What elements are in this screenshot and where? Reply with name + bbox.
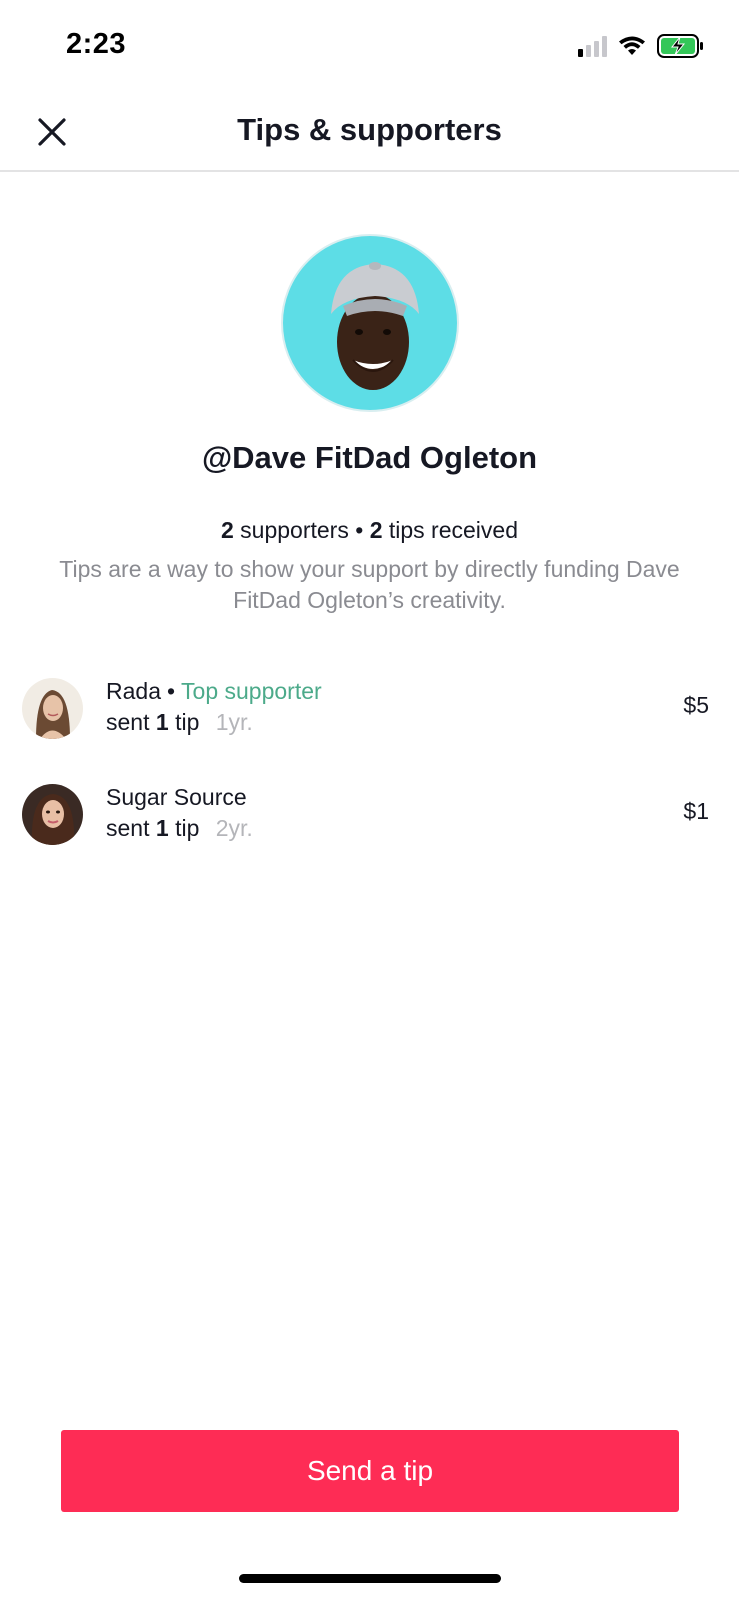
send-tip-button[interactable]: Send a tip: [61, 1430, 679, 1512]
supporters-count: 2: [220, 517, 234, 543]
avatar-portrait: [331, 262, 419, 390]
tip-word: tip: [175, 815, 200, 841]
home-indicator[interactable]: [239, 1574, 501, 1583]
avatar[interactable]: [22, 678, 83, 739]
page-title: Tips & supporters: [237, 112, 502, 147]
supporter-name-line: Rada • Top supporter: [106, 678, 322, 705]
supporters-list: Rada • Top supporter sent 1 tip 1yr. $5 Su…: [0, 668, 739, 880]
status-icons: [578, 32, 705, 60]
status-time: 2:23: [66, 28, 127, 60]
list-item[interactable]: Sugar Source sent 1 tip 2yr. $1: [0, 774, 739, 880]
supporters-label: supporters: [240, 517, 349, 543]
tip-time: 2yr.: [215, 815, 253, 841]
supporter-tip-info: sent 1 tip 1yr.: [106, 709, 253, 736]
nav-header: Tips & supporters: [0, 92, 739, 172]
tips-count: 2: [369, 517, 383, 543]
creator-avatar[interactable]: [281, 234, 459, 412]
supporter-name[interactable]: Sugar Source: [106, 784, 247, 810]
tips-label: tips received: [388, 517, 518, 543]
tip-count: 1: [155, 815, 169, 841]
name-separator: •: [166, 678, 176, 704]
tip-time: 1yr.: [215, 709, 253, 735]
list-item[interactable]: Rada • Top supporter sent 1 tip 1yr. $5: [0, 668, 739, 774]
status-bar: 2:23: [0, 0, 739, 92]
top-supporter-badge: Top supporter: [181, 678, 322, 704]
tip-amount: $5: [683, 692, 709, 718]
supporter-name-line: Sugar Source: [106, 784, 247, 811]
tip-word: tip: [175, 709, 200, 735]
support-stats: 2 supporters • 2 tips received: [0, 517, 739, 544]
sent-label: sent: [106, 709, 150, 735]
sent-label: sent: [106, 815, 150, 841]
wifi-icon: [619, 36, 645, 55]
supporter-tip-info: sent 1 tip 2yr.: [106, 815, 253, 842]
tip-amount: $1: [683, 798, 709, 824]
supporter-name[interactable]: Rada: [106, 678, 161, 704]
cellular-signal-icon: [578, 35, 607, 57]
battery-charging-icon: [657, 34, 703, 58]
tips-description: Tips are a way to show your support by d…: [59, 556, 680, 613]
stats-separator: •: [355, 517, 364, 543]
creator-username: @Dave FitDad Ogleton: [201, 440, 538, 475]
tip-count: 1: [155, 709, 169, 735]
avatar[interactable]: [22, 784, 83, 845]
